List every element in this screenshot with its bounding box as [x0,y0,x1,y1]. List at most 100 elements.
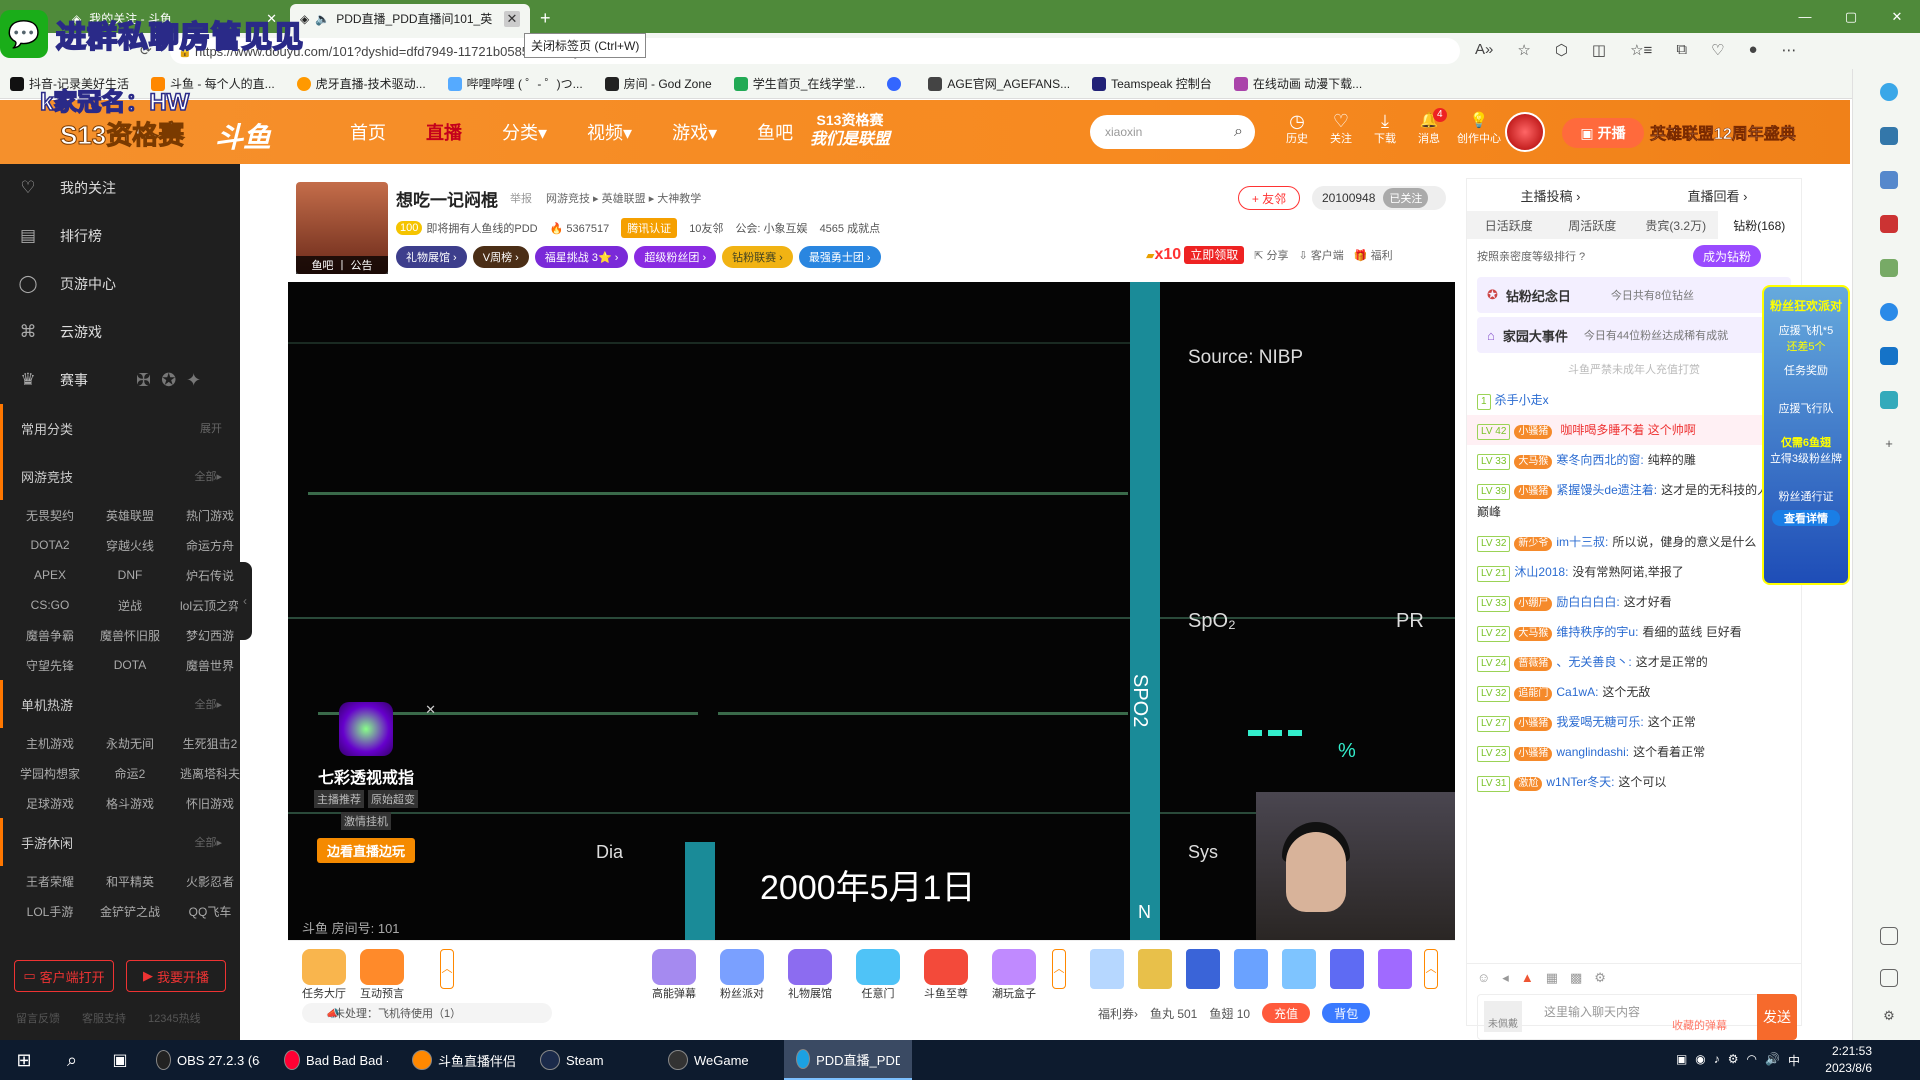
sidebar-item-follow[interactable]: ♡ 我的关注 [0,164,240,212]
chat-username[interactable]: 紧握馒头de遗注着: [1556,483,1657,497]
share-button[interactable]: ⇱ 分享 [1254,247,1288,263]
sidebar-item-webgame[interactable]: ◯ 页游中心 [0,260,240,308]
bookmark-item[interactable]: 虎牙直播-技术驱动... [296,75,426,92]
category-item[interactable]: LOL手游 [10,896,90,926]
expand-arrow[interactable]: ︿ [1424,949,1438,989]
warrior-tag[interactable]: 最强勇士团 › [798,246,881,268]
fan-medal[interactable]: 小骚猪 [1514,485,1553,499]
chat-username[interactable]: 维持秩序的宇u: [1556,625,1638,639]
category-item[interactable]: 和平精英 [90,866,170,896]
tray-icon[interactable]: ♪ [1714,1052,1720,1069]
settings-tool-icon[interactable]: ⚙ [1594,970,1606,986]
new-tab-button[interactable]: + [530,4,556,33]
chat-username[interactable]: w1NTer冬天: [1546,775,1614,789]
message-button[interactable]: 🔔 消息 4 [1407,108,1451,146]
tool-gift-hall[interactable]: 礼物展馆 [788,949,832,1001]
chat-username[interactable]: 我爱喝无糖可乐: [1556,715,1643,729]
promo-play-button[interactable]: 边看直播边玩 [316,838,415,863]
history-button[interactable]: ◷ 历史 [1275,110,1319,146]
category-item[interactable]: 魔兽世界 [170,650,250,680]
side-bag-icon[interactable] [1880,215,1898,233]
tab-weekly[interactable]: 周活跃度 [1551,211,1635,239]
sidebar-section-common[interactable]: 常用分类 展开 [0,404,240,452]
heart-pulse-icon[interactable]: ♡ [1711,41,1724,59]
chat-username[interactable]: Ca1wA: [1556,685,1598,699]
taskbar-app[interactable]: PDD直播_PDD直播... [784,1040,912,1080]
welfare-button[interactable]: 🎁 福利 [1354,247,1393,263]
taskbar-app[interactable]: WeGame [656,1040,784,1080]
taskbar-app[interactable]: 斗鱼直播伴侣 [400,1040,528,1080]
speaker-tool-icon[interactable]: ◂ [1502,970,1509,986]
sidebar-item-cloudgame[interactable]: ⌘ 云游戏 [0,308,240,356]
gift-promo[interactable]: ▰x10 立即领取 [1146,246,1245,264]
detail-button[interactable]: 查看详情 [1772,510,1840,526]
video-player[interactable]: Source: NIBP SpO₂ PR SPO2 % Dia Sys N 20… [288,282,1455,940]
gift-item[interactable] [1330,949,1364,989]
read-aloud-icon[interactable]: A» [1475,41,1493,59]
open-client-button[interactable]: ▭ 客户端打开 [14,960,114,992]
category-item[interactable]: DOTA2 [10,530,90,560]
client-button[interactable]: ⇩ 客户端 [1299,247,1344,263]
taskbar-app[interactable]: OBS 27.2.3 (64-bi... [144,1040,272,1080]
sidebar-item-ranking[interactable]: ▤ 排行榜 [0,212,240,260]
diamond-league-tag[interactable]: 钻粉联赛 › [722,246,793,268]
taskbar-app[interactable]: Steam [528,1040,656,1080]
system-clock[interactable]: 2:21:53 2023/8/6 [1825,1043,1872,1077]
anchor-post-link[interactable]: 主播投稿 › [1521,186,1581,205]
category-item[interactable]: 永劫无间 [90,728,170,758]
bookmark-item[interactable] [887,76,906,91]
task-hall-button[interactable]: 任务大厅 [302,949,346,1001]
chat-username[interactable]: 沐山2018: [1514,565,1568,579]
category-item[interactable]: DOTA [90,650,170,680]
tool-fan-party[interactable]: 粉丝派对 [720,949,764,1001]
side-window-icon[interactable] [1880,927,1898,945]
side-settings-icon[interactable]: ⚙ [1880,1007,1898,1025]
fan-medal[interactable]: 小骚猪 [1514,717,1553,731]
report-link[interactable]: 举报 [510,190,532,206]
support-link[interactable]: 客服支持 [82,1010,126,1026]
douyu-logo[interactable]: 斗鱼 [215,116,271,156]
category-item[interactable]: 学园构想家 [10,758,90,788]
tool-blind-box[interactable]: 潮玩盒子 [992,949,1036,1001]
side-external-icon[interactable] [1880,969,1898,987]
start-stream-button[interactable]: ▶ 我要开播 [126,960,226,992]
fan-medal[interactable]: 蔷薇猪 [1514,657,1553,671]
category-item[interactable]: DNF [90,560,170,590]
close-tab-icon[interactable]: ✕ [504,10,520,27]
favorites-icon[interactable]: ☆≡ [1630,41,1652,59]
task-view-icon[interactable]: ▣ [96,1040,144,1080]
category-item[interactable]: CS:GO [10,590,90,620]
side-send-icon[interactable] [1880,391,1898,409]
become-fan-button[interactable]: 成为钻粉 [1692,245,1761,267]
gift-hall-tag[interactable]: 礼物展馆 › [396,246,467,268]
replay-link[interactable]: 直播回看 › [1688,186,1748,205]
maximize-icon[interactable]: ▢ [1828,0,1874,33]
side-e-icon[interactable] [1880,303,1898,321]
chat-username[interactable]: 、无关善良丶: [1556,655,1631,669]
category-item[interactable]: 热门游戏 [170,500,250,530]
ime-indicator[interactable]: 中 [1788,1052,1800,1069]
side-outlook-icon[interactable] [1880,347,1898,365]
prediction-button[interactable]: 互动预言 [360,949,404,1001]
sidebar-section-online[interactable]: 网游竞技 全部▸ [0,452,240,500]
side-tag-icon[interactable] [1880,171,1898,189]
creator-button[interactable]: 💡 创作中心 [1451,110,1507,146]
expand-arrow[interactable]: ︿ [440,949,454,989]
category-item[interactable]: 逆战 [90,590,170,620]
category-item[interactable]: QQ飞车 [170,896,250,926]
close-icon[interactable]: ✕ [425,702,436,718]
category-item[interactable]: 逃离塔科夫 [170,758,250,788]
category-item[interactable]: 王者荣耀 [10,866,90,896]
search-icon[interactable]: ⌕ [1234,123,1243,141]
achievement-points[interactable]: 4565 成就点 [820,220,881,236]
download-button[interactable]: ⤓ 下载 [1363,110,1407,146]
category-item[interactable]: 火影忍者 [170,866,250,896]
s13-promo[interactable]: S13资格赛 我们是联盟 [810,110,890,150]
extensions-icon[interactable]: ⬡ [1555,41,1568,59]
recharge-button[interactable]: 充值 [1262,1003,1311,1023]
text-tool-icon[interactable]: ▦ [1546,970,1558,986]
nav-game[interactable]: 游戏▾ [672,119,717,145]
gift-item[interactable] [1186,949,1220,989]
minimize-icon[interactable]: — [1782,0,1828,33]
category-item[interactable]: 足球游戏 [10,788,90,818]
